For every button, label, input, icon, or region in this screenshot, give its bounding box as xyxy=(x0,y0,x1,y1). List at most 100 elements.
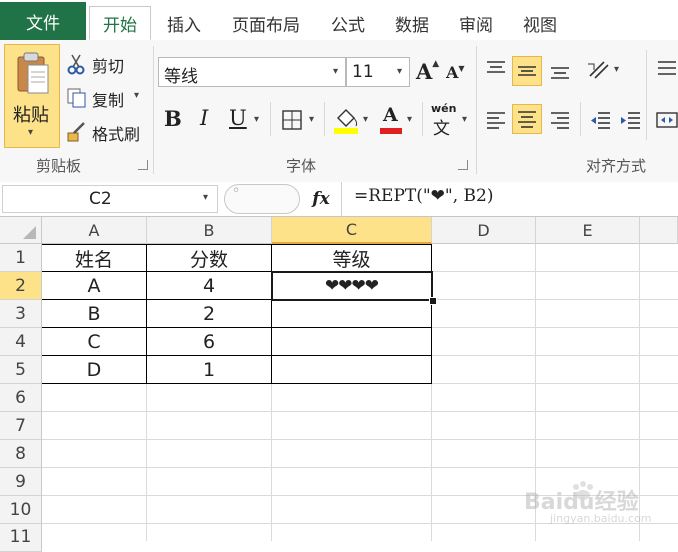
row-header-1[interactable]: 1 xyxy=(0,244,42,272)
cut-button[interactable]: 剪切 xyxy=(66,52,158,76)
tab-data[interactable]: 数据 xyxy=(384,6,440,40)
align-top-icon[interactable] xyxy=(484,58,508,82)
tab-formulas[interactable]: 公式 xyxy=(320,6,376,40)
chevron-down-icon[interactable]: ▾ xyxy=(397,66,402,77)
column-header-d[interactable]: D xyxy=(432,217,536,244)
shrink-font-button[interactable]: A▼ xyxy=(446,63,468,85)
clipboard-dialog-launcher-icon[interactable] xyxy=(138,160,148,170)
shrink-font-icon: A xyxy=(446,63,459,82)
chevron-down-icon[interactable]: ▾ xyxy=(614,64,619,75)
select-all-button[interactable] xyxy=(0,217,42,244)
format-painter-button[interactable]: 格式刷 xyxy=(66,120,158,144)
cell-c5[interactable] xyxy=(272,356,431,384)
fill-handle[interactable] xyxy=(429,297,437,305)
row-header-4[interactable]: 4 xyxy=(0,328,42,356)
column-header-b[interactable]: B xyxy=(147,217,272,244)
formula-bar-splitter[interactable]: ◦ xyxy=(224,183,300,214)
chevron-down-icon[interactable]: ▾ xyxy=(309,114,314,125)
cell-b2[interactable]: 4 xyxy=(147,272,271,300)
font-color-icon: A xyxy=(383,104,398,126)
chevron-down-icon[interactable]: ▾ xyxy=(28,127,33,138)
phonetic-guide-button[interactable]: wén 文 xyxy=(430,102,460,139)
tab-view[interactable]: 视图 xyxy=(512,6,568,40)
font-color-button[interactable]: A xyxy=(378,104,404,136)
align-right-icon[interactable] xyxy=(548,108,572,132)
clipboard-icon xyxy=(17,52,49,94)
tab-page-layout[interactable]: 页面布局 xyxy=(220,6,312,40)
merge-center-icon[interactable] xyxy=(656,108,678,132)
column-header-f[interactable] xyxy=(640,217,678,244)
tab-home[interactable]: 开始 xyxy=(89,6,151,40)
cell-a1[interactable]: 姓名 xyxy=(42,244,146,272)
row-header-8[interactable]: 8 xyxy=(0,440,42,468)
align-bottom-icon[interactable] xyxy=(548,58,572,82)
align-middle-button[interactable] xyxy=(512,56,542,86)
column-header-a[interactable]: A xyxy=(42,217,147,244)
cell-b4[interactable]: 6 xyxy=(147,328,271,356)
grow-font-button[interactable]: A▲ xyxy=(416,59,439,85)
row-header-3[interactable]: 3 xyxy=(0,300,42,328)
toolbar-divider xyxy=(324,102,325,136)
fill-color-icon[interactable] xyxy=(332,104,360,136)
chevron-down-icon[interactable]: ▾ xyxy=(333,66,338,77)
chevron-down-icon[interactable]: ▾ xyxy=(407,114,412,125)
cell-c1[interactable]: 等级 xyxy=(272,244,431,272)
cell-a5[interactable]: D xyxy=(42,356,146,384)
cell-c3[interactable] xyxy=(272,300,431,328)
increase-indent-icon[interactable] xyxy=(618,108,642,132)
paste-button[interactable]: 粘贴 ▾ xyxy=(4,44,60,148)
row-header-2[interactable]: 2 xyxy=(0,272,42,300)
cell-b3[interactable]: 2 xyxy=(147,300,271,328)
chevron-down-icon[interactable]: ▾ xyxy=(363,114,368,125)
toolbar-divider xyxy=(422,102,423,136)
column-header-c[interactable]: C xyxy=(272,217,432,244)
font-dialog-launcher-icon[interactable] xyxy=(458,160,468,170)
chevron-down-icon[interactable]: ▾ xyxy=(134,90,139,101)
align-left-icon[interactable] xyxy=(484,108,508,132)
toolbar-divider xyxy=(270,102,271,136)
insert-function-button[interactable]: fx xyxy=(306,184,336,214)
phonetic-icon: 文 xyxy=(433,119,450,139)
italic-button[interactable]: I xyxy=(200,106,208,130)
tab-review[interactable]: 审阅 xyxy=(448,6,504,40)
font-size-value: 11 xyxy=(352,62,374,82)
row-header-6[interactable]: 6 xyxy=(0,384,42,412)
tab-insert[interactable]: 插入 xyxy=(156,6,212,40)
cell-a4[interactable]: C xyxy=(42,328,146,356)
font-name-value: 等线 xyxy=(164,67,198,87)
bold-button[interactable]: B xyxy=(164,106,182,131)
row-header-9[interactable]: 9 xyxy=(0,468,42,496)
row-header-11[interactable]: 11 xyxy=(0,524,42,552)
cell-c4[interactable] xyxy=(272,328,431,356)
gridline xyxy=(42,411,678,412)
row-header-10[interactable]: 10 xyxy=(0,496,42,524)
column-header-e[interactable]: E xyxy=(536,217,640,244)
font-name-select[interactable]: 等线 ▾ xyxy=(158,57,346,87)
formula-input[interactable]: =REPT("❤", B2) xyxy=(354,186,494,206)
decrease-indent-icon[interactable] xyxy=(588,108,612,132)
cell-b5[interactable]: 1 xyxy=(147,356,271,384)
borders-icon[interactable] xyxy=(280,108,304,132)
chevron-down-icon[interactable]: ▾ xyxy=(462,114,467,125)
row-header-5[interactable]: 5 xyxy=(0,356,42,384)
wrap-text-icon[interactable] xyxy=(656,58,678,84)
copy-label: 复制 xyxy=(92,91,125,110)
font-group-label: 字体 xyxy=(286,157,317,175)
font-size-select[interactable]: 11 ▾ xyxy=(346,57,410,87)
chevron-down-icon[interactable]: ▾ xyxy=(203,192,208,203)
formula-divider xyxy=(341,182,342,216)
tab-file[interactable]: 文件 xyxy=(0,2,86,40)
cell-a3[interactable]: B xyxy=(42,300,146,328)
paintbrush-icon xyxy=(67,122,85,142)
row-header-7[interactable]: 7 xyxy=(0,412,42,440)
group-divider xyxy=(153,46,154,174)
format-painter-label: 格式刷 xyxy=(92,125,141,144)
underline-button[interactable]: U xyxy=(229,106,247,130)
align-center-button[interactable] xyxy=(512,104,542,134)
name-box[interactable]: C2 ▾ xyxy=(2,185,218,213)
cell-b1[interactable]: 分数 xyxy=(147,244,271,272)
copy-button[interactable]: 复制 ▾ xyxy=(66,86,158,110)
cell-a2[interactable]: A xyxy=(42,272,146,300)
orientation-icon[interactable] xyxy=(586,58,612,82)
chevron-down-icon[interactable]: ▾ xyxy=(254,114,259,125)
